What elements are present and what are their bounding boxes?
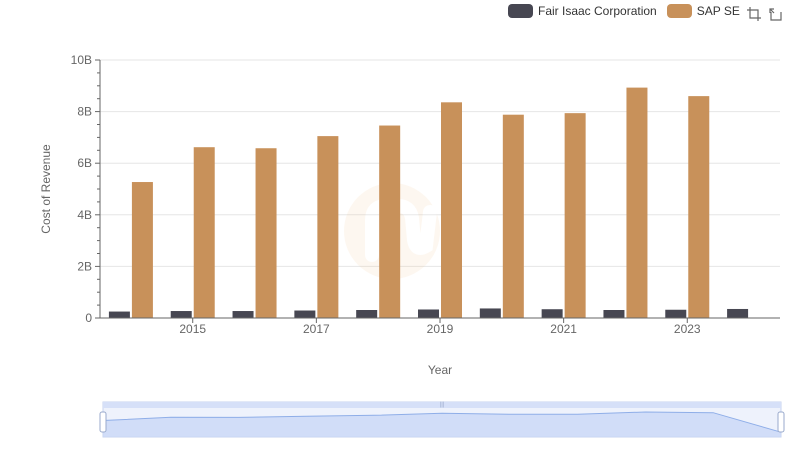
x-tick-label: 2017: [303, 322, 330, 336]
bar-fair-isaac: [232, 311, 254, 318]
bar-sap: [317, 136, 339, 318]
bar-fair-isaac: [170, 311, 192, 318]
bar-sap: [502, 114, 524, 318]
y-axis-title: Cost of Revenue: [39, 144, 53, 234]
data-zoom-slider[interactable]: |||: [99, 401, 785, 438]
chart: 0 2B 4B 6B 8B 10B 2015 2017 2019 2021 2023 Year Cost…: [39, 53, 785, 438]
y-tick-label: 4B: [77, 208, 92, 222]
bar-fair-isaac: [541, 309, 563, 318]
y-tick-label: 2B: [77, 259, 92, 273]
bar-sap: [626, 87, 648, 318]
x-tick-label: 2021: [550, 322, 577, 336]
bar-fair-isaac: [603, 310, 625, 318]
bar-sap: [193, 147, 215, 318]
y-tick-label: 0: [85, 311, 92, 325]
zoom-handle-left: [99, 411, 107, 433]
bar-fair-isaac: [727, 308, 749, 318]
bar-fair-isaac: [108, 311, 130, 318]
bar-sap: [255, 148, 277, 318]
zoom-grip: |||: [440, 402, 445, 408]
x-tick-label: 2019: [427, 322, 454, 336]
bar-fair-isaac: [479, 308, 501, 318]
bar-sap: [564, 113, 586, 318]
bar-fair-isaac: [418, 309, 439, 318]
bar-sap: [441, 102, 462, 318]
x-tick-label: 2015: [179, 322, 206, 336]
bar-fair-isaac: [356, 310, 378, 318]
bar-fair-isaac: [294, 310, 316, 318]
zoom-handle-right: [777, 411, 785, 433]
bar-sap: [379, 125, 401, 318]
y-tick-label: 10B: [71, 53, 92, 67]
x-tick-label: 2023: [674, 322, 701, 336]
bar-sap: [688, 96, 710, 319]
y-tick-label: 6B: [77, 156, 92, 170]
x-axis-title: Year: [428, 363, 452, 377]
bar-fair-isaac: [665, 309, 687, 318]
y-tick-label: 8B: [77, 105, 92, 119]
bar-sap: [131, 182, 153, 318]
